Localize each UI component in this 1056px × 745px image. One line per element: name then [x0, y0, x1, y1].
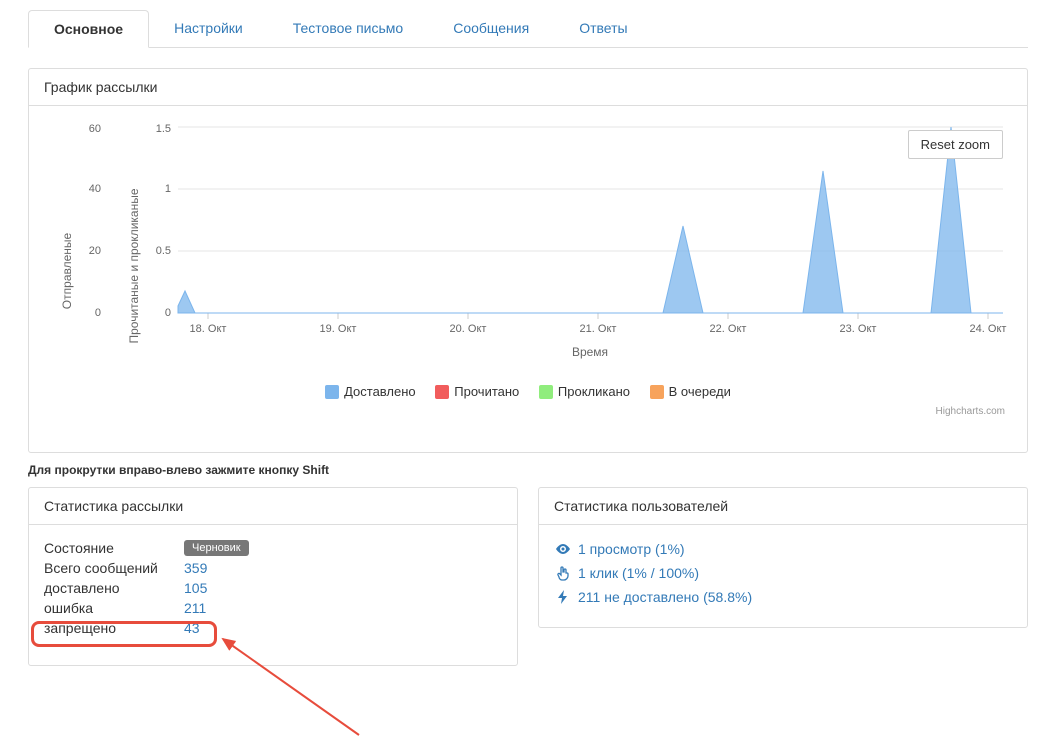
user-stat-clicks[interactable]: 1 клик (1% / 100%): [554, 564, 1012, 582]
stat-label: доставлено: [44, 580, 184, 596]
chart-panel-title: График рассылки: [29, 69, 1027, 106]
svg-text:20. Окт: 20. Окт: [450, 323, 487, 335]
svg-text:23. Окт: 23. Окт: [840, 323, 877, 335]
user-stats-panel: Статистика пользователей 1 просмотр (1%)…: [538, 487, 1028, 628]
stat-row-delivered: доставлено 105: [44, 580, 502, 596]
series-delivered: [178, 127, 1003, 313]
stat-label: ошибка: [44, 600, 184, 616]
stat-label: запрещено: [44, 620, 184, 636]
tabs-bar: Основное Настройки Тестовое письмо Сообщ…: [28, 10, 1028, 48]
y-left-tick: 0: [95, 307, 101, 319]
annotation-arrow: [209, 625, 369, 745]
stat-row-error: ошибка 211: [44, 600, 502, 616]
stats-panel-title: Статистика рассылки: [29, 488, 517, 525]
legend-item-read[interactable]: Прочитано: [435, 384, 519, 399]
chart-panel: График рассылки Reset zoom Отправленые П…: [28, 68, 1028, 453]
eye-icon: [554, 540, 572, 558]
user-stat-views[interactable]: 1 просмотр (1%): [554, 540, 1012, 558]
stat-value-total[interactable]: 359: [184, 560, 207, 576]
stat-row-total: Всего сообщений 359: [44, 560, 502, 576]
svg-text:18. Окт: 18. Окт: [190, 323, 227, 335]
x-axis-title: Время: [572, 345, 608, 359]
y-left-tick: 60: [89, 123, 101, 135]
legend-item-clicked[interactable]: Прокликано: [539, 384, 630, 399]
stats-panel: Статистика рассылки Состояние Черновик В…: [28, 487, 518, 666]
stat-value-error[interactable]: 211: [184, 600, 206, 616]
y-right-tick: 0: [165, 307, 171, 319]
svg-text:21. Окт: 21. Окт: [580, 323, 617, 335]
stat-row-status: Состояние Черновик: [44, 540, 502, 556]
svg-text:24. Окт: 24. Окт: [970, 323, 1007, 335]
legend-item-delivered[interactable]: Доставлено: [325, 384, 416, 399]
hand-icon: [554, 564, 572, 582]
y-right-tick: 0.5: [156, 245, 171, 257]
svg-text:19. Окт: 19. Окт: [320, 323, 357, 335]
y-right-tick: 1: [165, 183, 171, 195]
user-stat-text: 211 не доставлено (58.8%): [578, 589, 752, 605]
user-stat-undelivered[interactable]: 211 не доставлено (58.8%): [554, 588, 1012, 606]
stat-value-delivered[interactable]: 105: [184, 580, 207, 596]
tab-messages[interactable]: Сообщения: [428, 10, 554, 47]
y-left-axis-label: Отправленые: [60, 232, 74, 309]
stat-label: Состояние: [44, 540, 184, 556]
chart-legend: Доставлено Прочитано Прокликано В очеред…: [41, 384, 1015, 402]
tab-test-letter[interactable]: Тестовое письмо: [268, 10, 428, 47]
user-stats-panel-title: Статистика пользователей: [539, 488, 1027, 525]
user-stat-text: 1 просмотр (1%): [578, 541, 685, 557]
svg-text:22. Окт: 22. Окт: [710, 323, 747, 335]
tab-main[interactable]: Основное: [28, 10, 149, 48]
stat-label: Всего сообщений: [44, 560, 184, 576]
tab-replies[interactable]: Ответы: [554, 10, 652, 47]
status-badge: Черновик: [184, 540, 249, 556]
chart-plot-area[interactable]: Отправленые Прочитаные и прокликаные 0 2…: [41, 116, 1015, 366]
user-stat-text: 1 клик (1% / 100%): [578, 565, 699, 581]
legend-item-queued[interactable]: В очереди: [650, 384, 731, 399]
y-right-tick: 1.5: [156, 123, 171, 135]
scroll-hint: Для прокрутки вправо-влево зажмите кнопк…: [28, 463, 1028, 477]
tab-settings[interactable]: Настройки: [149, 10, 268, 47]
y-left-tick: 40: [89, 183, 101, 195]
y-left-tick: 20: [89, 245, 101, 257]
bolt-icon: [554, 588, 572, 606]
y-right-axis-label: Прочитаные и прокликаные: [127, 188, 141, 343]
x-axis-ticks: 18. Окт 19. Окт 20. Окт 21. Окт 22. Окт …: [190, 313, 1007, 335]
reset-zoom-button[interactable]: Reset zoom: [908, 130, 1003, 159]
stat-value-forbidden[interactable]: 43: [184, 620, 200, 636]
chart-credits[interactable]: Highcharts.com: [41, 402, 1015, 417]
stat-row-forbidden: запрещено 43: [44, 620, 502, 636]
